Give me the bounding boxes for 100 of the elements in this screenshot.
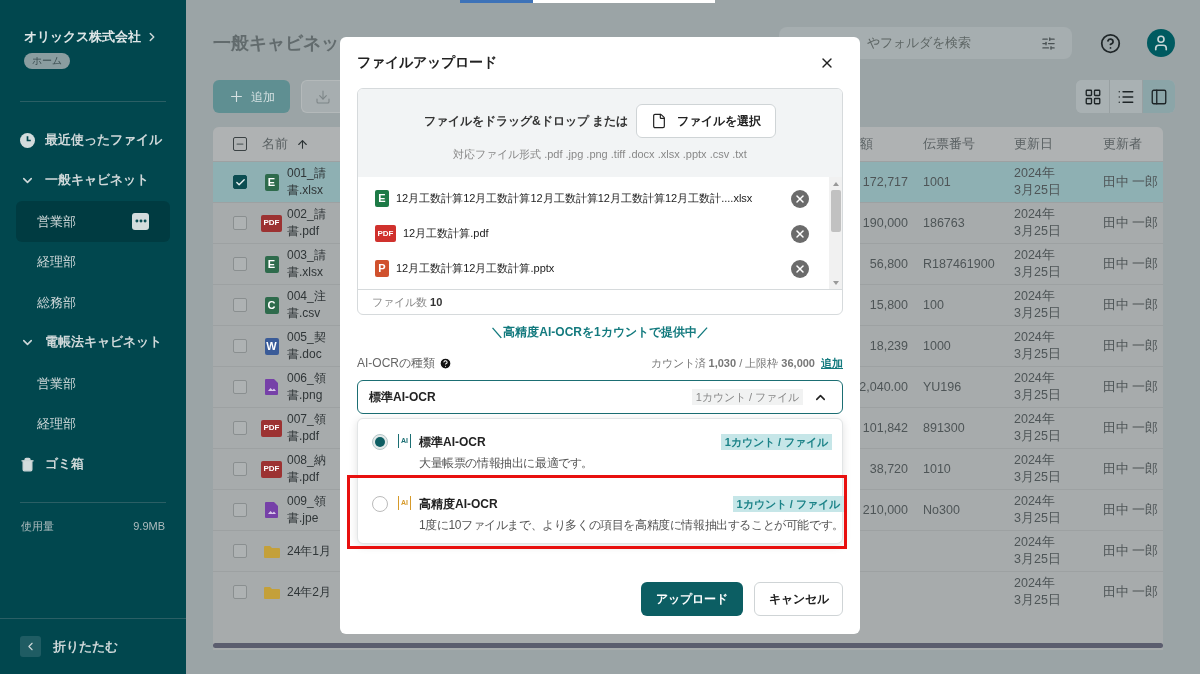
sort-arrow-icon[interactable] (296, 137, 309, 151)
sidebar-label: 最近使ったファイル (45, 131, 162, 149)
amount-cell-text: 38,720 (869, 460, 908, 478)
scroll-up-icon[interactable] (832, 182, 839, 186)
usage-value: 9.9MB (133, 518, 165, 534)
sidebar-label: ゴミ箱 (45, 455, 84, 473)
slip-number-cell: 1001 (923, 174, 951, 189)
column-header[interactable]: 伝票番号 (923, 134, 1014, 154)
option-title: 高精度AI-OCR (419, 496, 499, 513)
scroll-down-icon[interactable] (832, 281, 839, 285)
cancel-button[interactable]: キャンセル (754, 582, 843, 616)
option-description: 1度に10ファイルまで、より多くの項目を高精度に情報抽出することが可能です。 (419, 517, 844, 534)
radio-button[interactable] (372, 496, 388, 512)
remove-file-icon[interactable] (791, 189, 809, 208)
sidebar-item[interactable]: ゴミ箱 (0, 444, 186, 485)
file-name[interactable]: 書.png (287, 387, 326, 404)
more-icon[interactable] (132, 212, 149, 230)
file-name[interactable]: 001_請 (287, 165, 326, 182)
cost-tag: 1カウント / ファイル (691, 388, 803, 406)
date-cell-text: 2024年 3月25日 (1014, 575, 1062, 609)
sidebar-label: 総務部 (37, 293, 76, 312)
file-name[interactable]: 003_請 (287, 247, 326, 264)
amount-cell-text: 15,800 (869, 296, 908, 314)
row-checkbox[interactable] (233, 462, 247, 476)
date-cell-text: 2024年 3月25日 (1014, 165, 1062, 199)
add-link[interactable]: 追加 (821, 354, 843, 372)
file-name[interactable]: 008_納 (287, 452, 326, 469)
remove-file-icon[interactable] (791, 259, 809, 278)
sidebar-label: 一般キャビネット (45, 172, 149, 190)
home-tag: ホーム (24, 53, 70, 69)
sidebar-subitem[interactable]: 営業部 (16, 201, 170, 242)
panel-view-button[interactable] (1142, 80, 1175, 113)
file-type-icon: PDF (261, 460, 282, 478)
sidebar-item[interactable]: 電帳法キャビネット (0, 322, 186, 363)
row-checkbox[interactable] (233, 503, 247, 517)
remove-file-icon[interactable] (791, 224, 809, 243)
ocr-type-select[interactable]: 標準AI-OCR 1カウント / ファイル (357, 380, 843, 414)
date-cell-text: 2024年 3月25日 (1014, 329, 1062, 363)
sidebar-label: 経理部 (37, 253, 76, 271)
option-title: 標準AI-OCR (419, 434, 487, 451)
file-name[interactable]: 24年1月 (287, 542, 332, 560)
column-header[interactable]: 更新者 (1103, 134, 1142, 154)
list-scrollbar[interactable] (829, 177, 842, 289)
drop-zone[interactable]: ファイルをドラッグ&ドロップ または ファイルを選択 対応ファイル形式 .pdf .jpg .png .tiff .docx .xlsx .pptx .csv .txt E 12月工数計算12月工数計算12月工数計算12月工数計算12月工数計....xlsx PDF 12月工数計算.pdf P 12月工数計算12月工数計算.pptx ファイル数 10 (357, 88, 843, 315)
row-checkbox[interactable] (233, 585, 247, 599)
row-checkbox[interactable] (233, 216, 247, 230)
file-name[interactable]: 書.pdf (287, 428, 326, 445)
file-type-icon: C (264, 296, 279, 314)
date-cell-text: 2024年 3月25日 (1014, 288, 1062, 322)
row-checkbox[interactable] (233, 175, 247, 189)
column-header[interactable]: 名前 (262, 134, 288, 154)
select-all-checkbox[interactable] (233, 137, 247, 151)
row-checkbox[interactable] (233, 339, 247, 353)
file-name[interactable]: 24年2月 (287, 583, 332, 601)
sidebar-item[interactable]: 最近使ったファイル (0, 120, 186, 161)
file-name[interactable]: 書.xlsx (287, 264, 326, 281)
radio-button[interactable] (372, 434, 388, 450)
file-name[interactable]: 005_契 (287, 329, 326, 346)
file-name[interactable]: 書.csv (287, 305, 326, 322)
file-name[interactable]: 書.pdf (287, 469, 326, 486)
file-name[interactable]: 007_領 (287, 411, 326, 428)
company-name[interactable]: オリックス株式会社 (24, 27, 141, 47)
file-name: 12月工数計算12月工数計算12月工数計算12月工数計算12月工数計....xlsx (396, 192, 754, 205)
amount-cell-text: 172,717 (862, 173, 908, 191)
supported-formats: 対応ファイル形式 .pdf .jpg .png .tiff .docx .xlsx .pptx .csv .txt (453, 147, 747, 162)
upload-button[interactable]: アップロード (641, 582, 743, 616)
file-name[interactable]: 書.xlsx (287, 182, 326, 199)
sidebar-subitem[interactable]: 経理部 (16, 403, 170, 444)
file-name: 12月工数計算12月工数計算.pptx (396, 262, 556, 275)
file-name[interactable]: 009_領 (287, 493, 326, 510)
grid-view-icon (1083, 87, 1102, 106)
file-name[interactable]: 006_領 (287, 370, 326, 387)
column-header[interactable]: 更新日 (1014, 134, 1103, 154)
sidebar-item[interactable]: 一般キャビネット (0, 160, 186, 201)
sidebar-subitem[interactable]: 営業部 (16, 363, 170, 404)
sidebar-subitem[interactable]: 総務部 (16, 282, 170, 323)
row-checkbox[interactable] (233, 298, 247, 312)
file-name[interactable]: 書.jpe (287, 510, 326, 527)
option-description: 大量帳票の情報抽出に最適です。 (419, 455, 594, 472)
file-name[interactable]: 002_請 (287, 206, 326, 223)
choose-file-button[interactable]: ファイルを選択 (636, 104, 776, 138)
avatar-icon[interactable] (1147, 29, 1175, 57)
help-icon[interactable] (1100, 32, 1121, 54)
row-checkbox[interactable] (233, 380, 247, 394)
column-header[interactable]: 額 (860, 134, 923, 154)
sidebar-subitem[interactable]: 経理部 (16, 241, 170, 282)
filter-icon[interactable] (1041, 35, 1056, 51)
file-name[interactable]: 書.doc (287, 346, 326, 363)
file-icon (651, 113, 667, 129)
scrollbar[interactable] (213, 643, 1163, 648)
row-checkbox[interactable] (233, 257, 247, 271)
row-checkbox[interactable] (233, 544, 247, 558)
file-name[interactable]: 004_注 (287, 288, 326, 305)
date-cell-text: 2024年 3月25日 (1014, 206, 1062, 240)
row-checkbox[interactable] (233, 421, 247, 435)
add-button[interactable]: 追加 (213, 80, 290, 113)
file-name: 12月工数計算.pdf (403, 227, 490, 240)
file-name[interactable]: 書.pdf (287, 223, 326, 240)
collapse-button[interactable]: 折りたたむ (53, 636, 118, 657)
sidebar-label: 営業部 (37, 212, 76, 231)
